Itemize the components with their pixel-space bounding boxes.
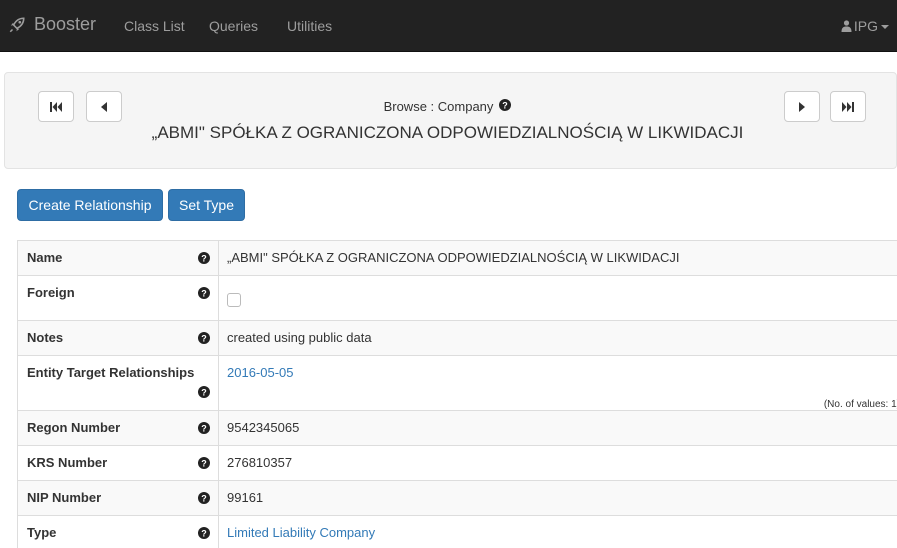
brand-link[interactable]: Booster xyxy=(8,14,96,35)
property-value-cell xyxy=(218,275,897,321)
table-row: Foreign ? xyxy=(17,275,897,321)
user-icon xyxy=(841,20,852,32)
next-record-button[interactable] xyxy=(784,91,820,122)
rocket-icon xyxy=(9,16,25,32)
svg-text:?: ? xyxy=(201,459,207,469)
properties-table: Name ? „ABMI" SPÓŁKA Z OGRANICZONA ODPOW… xyxy=(17,240,897,548)
name-value: „ABMI" SPÓŁKA Z OGRANICZONA ODPOWIEDZIAL… xyxy=(227,250,680,265)
property-value-cell: 9542345065 xyxy=(218,410,897,446)
table-row: Entity Target Relationships ? 2016-05-05… xyxy=(17,355,897,411)
svg-text:?: ? xyxy=(503,101,509,111)
property-label-cell: Entity Target Relationships ? xyxy=(17,355,219,411)
property-label-cell: Type ? xyxy=(17,515,219,548)
brand-name: Booster xyxy=(34,14,97,34)
help-icon[interactable]: ? xyxy=(198,492,210,504)
property-label: KRS Number xyxy=(27,455,108,470)
svg-text:?: ? xyxy=(201,289,207,299)
property-value-cell: Limited Liability Company xyxy=(218,515,897,548)
value-count-note: (No. of values: 1) xyxy=(823,399,897,410)
foreign-checkbox[interactable] xyxy=(227,293,241,307)
regon-value: 9542345065 xyxy=(227,420,300,435)
krs-value: 276810357 xyxy=(227,455,293,470)
user-menu[interactable]: IPG xyxy=(841,18,889,34)
nav-class-list[interactable]: Class List xyxy=(124,18,185,34)
property-value-cell: 2016-05-05 (No. of values: 1) xyxy=(218,355,897,411)
svg-text:?: ? xyxy=(201,424,207,434)
property-label: Foreign xyxy=(27,285,75,300)
help-icon[interactable]: ? xyxy=(499,99,512,114)
property-value-cell: 276810357 xyxy=(218,445,897,481)
nav-utilities[interactable]: Utilities xyxy=(287,18,332,34)
property-label: Entity Target Relationships xyxy=(27,365,195,380)
browse-label-text: Browse : Company xyxy=(383,99,494,114)
last-icon xyxy=(842,101,854,112)
property-label: NIP Number xyxy=(27,490,102,505)
help-icon[interactable]: ? xyxy=(198,332,210,344)
help-icon[interactable]: ? xyxy=(198,386,210,398)
nip-value: 99161 xyxy=(227,490,264,505)
table-row: Notes ? created using public data xyxy=(17,320,897,356)
property-label: Notes xyxy=(27,330,64,345)
help-icon[interactable]: ? xyxy=(198,527,210,539)
set-type-button[interactable]: Set Type xyxy=(168,189,245,221)
property-label-cell: Regon Number ? xyxy=(17,410,219,446)
top-navbar: Booster Class List Queries Utilities IPG xyxy=(0,0,897,52)
property-label-cell: NIP Number ? xyxy=(17,480,219,516)
table-row: Regon Number ? 9542345065 xyxy=(17,410,897,446)
nav-queries[interactable]: Queries xyxy=(209,18,258,34)
svg-text:?: ? xyxy=(201,529,207,539)
browse-panel: Browse : Company ? „ABMI" SPÓŁKA Z OGRAN… xyxy=(4,72,897,169)
property-label: Name xyxy=(27,250,63,265)
svg-text:?: ? xyxy=(201,494,207,504)
notes-value: created using public data xyxy=(227,330,372,345)
property-value-cell: created using public data xyxy=(218,320,897,356)
last-record-button[interactable] xyxy=(830,91,866,122)
table-row: Name ? „ABMI" SPÓŁKA Z OGRANICZONA ODPOW… xyxy=(17,240,897,276)
create-relationship-button[interactable]: Create Relationship xyxy=(17,189,163,221)
property-label: Regon Number xyxy=(27,420,121,435)
table-row: KRS Number ? 276810357 xyxy=(17,445,897,481)
record-title: „ABMI" SPÓŁKA Z OGRANICZONA ODPOWIEDZIAL… xyxy=(151,123,744,142)
svg-text:?: ? xyxy=(201,254,207,264)
property-label-cell: Name ? xyxy=(17,240,219,276)
help-icon[interactable]: ? xyxy=(198,287,210,299)
help-icon[interactable]: ? xyxy=(198,457,210,469)
type-link[interactable]: Limited Liability Company xyxy=(227,525,375,540)
caret-down-icon xyxy=(881,25,889,29)
user-name: IPG xyxy=(853,18,878,34)
svg-text:?: ? xyxy=(201,388,207,398)
next-icon xyxy=(799,101,805,112)
property-label-cell: Notes ? xyxy=(17,320,219,356)
property-label: Type xyxy=(27,525,57,540)
svg-text:?: ? xyxy=(201,334,207,344)
property-value-cell: 99161 xyxy=(218,480,897,516)
property-value-cell: „ABMI" SPÓŁKA Z OGRANICZONA ODPOWIEDZIAL… xyxy=(218,240,897,276)
relationship-date-link[interactable]: 2016-05-05 xyxy=(227,365,294,380)
help-icon[interactable]: ? xyxy=(198,422,210,434)
table-row: NIP Number ? 99161 xyxy=(17,480,897,516)
property-label-cell: Foreign ? xyxy=(17,275,219,321)
help-icon[interactable]: ? xyxy=(198,252,210,264)
table-row: Type ? Limited Liability Company xyxy=(17,515,897,548)
property-label-cell: KRS Number ? xyxy=(17,445,219,481)
browse-label: Browse : Company ? xyxy=(5,99,890,114)
